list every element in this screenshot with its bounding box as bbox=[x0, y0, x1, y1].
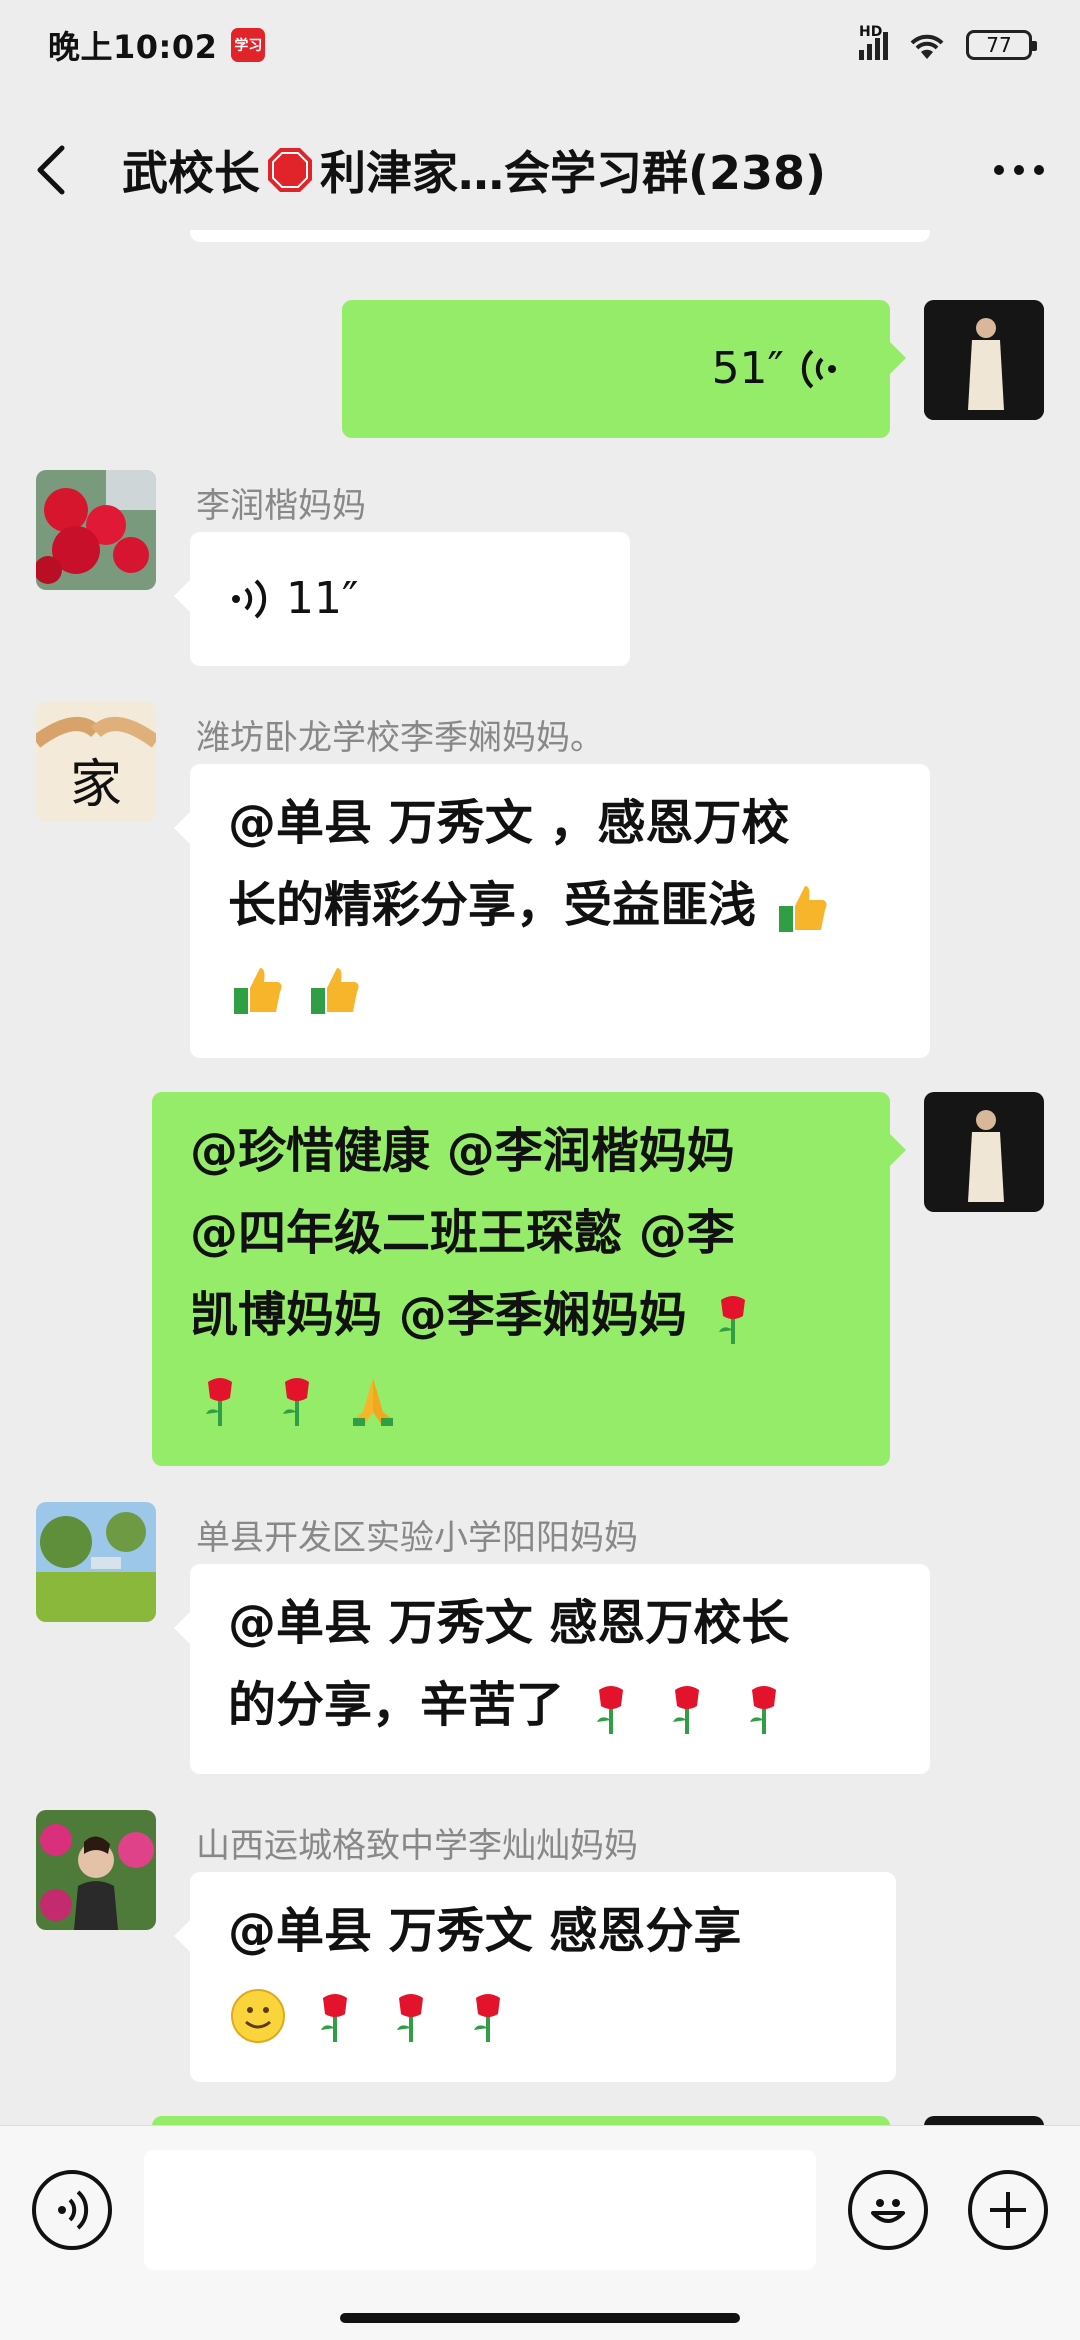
sender-name: 李润楷妈妈 bbox=[196, 486, 366, 526]
more-options-icon[interactable] bbox=[994, 165, 1044, 175]
smile-icon bbox=[871, 2199, 905, 2223]
message-text-line: @单县 万秀文 ，感恩万校 bbox=[228, 795, 790, 851]
rose-icon bbox=[206, 1378, 232, 1426]
rose-icon bbox=[673, 1686, 700, 1734]
message-text-line: @单县 万秀文 感恩分享 bbox=[228, 1903, 742, 1959]
study-app-badge-icon: 学习 bbox=[231, 28, 266, 62]
rose-icon bbox=[282, 1378, 309, 1426]
message-text: 凯博妈妈 @李季娴妈妈 bbox=[190, 1287, 687, 1343]
voice-message-bubble[interactable]: 11″ bbox=[174, 532, 630, 666]
my-avatar[interactable] bbox=[924, 300, 1044, 420]
status-right: HD 77 bbox=[859, 24, 1037, 61]
more-functions-button[interactable] bbox=[968, 2170, 1048, 2250]
status-bar: 晚上10:02 学习 HD 77 bbox=[0, 0, 1080, 90]
status-time: 晚上10:02 bbox=[48, 28, 218, 66]
text-message-bubble[interactable]: @单县 万秀文 感恩万校长 的分享，辛苦了 bbox=[174, 1564, 930, 1774]
message-text-line: @四年级二班王琛懿 @李 bbox=[190, 1205, 735, 1261]
thumbs-up-icon bbox=[234, 968, 282, 1014]
title-part1: 武校长 bbox=[122, 146, 260, 200]
rose-icon bbox=[474, 1994, 501, 2042]
thumbs-up-icon bbox=[778, 886, 827, 932]
text-message-bubble[interactable]: @单县 万秀文 ，感恩万校 长的精彩分享，受益匪浅 bbox=[174, 764, 930, 1058]
sender-name: 山西运城格致中学李灿灿妈妈 bbox=[196, 1826, 638, 1866]
svg-text:家: 家 bbox=[70, 755, 122, 815]
title-part2: 利津家…会学习群(238) bbox=[320, 146, 827, 200]
smile-icon bbox=[231, 1989, 285, 2043]
chat-header: 武校长 利津家…会学习群(238) bbox=[0, 120, 1080, 220]
message-emoji-line bbox=[228, 1972, 858, 2054]
message-text-line: 的分享，辛苦了 bbox=[228, 1664, 892, 1746]
message-emoji-line bbox=[190, 1356, 852, 1438]
stop-sign-icon bbox=[268, 148, 312, 192]
voice-message: 11″ bbox=[228, 558, 358, 640]
rose-icon bbox=[596, 1686, 623, 1734]
rose-icon bbox=[320, 1994, 347, 2042]
message-emoji-line bbox=[228, 946, 892, 1028]
voice-input-button[interactable] bbox=[32, 2170, 112, 2250]
message-text-line: 凯博妈妈 @李季娴妈妈 bbox=[190, 1274, 852, 1356]
home-indicator[interactable] bbox=[340, 2313, 740, 2323]
voice-wave-icon bbox=[801, 349, 836, 389]
signal-icon: HD bbox=[859, 24, 888, 60]
avatar-shanxi-mom[interactable] bbox=[36, 1810, 156, 1930]
voice-wave-icon bbox=[58, 2190, 89, 2230]
plus-icon bbox=[990, 2192, 1026, 2228]
text-message-bubble[interactable]: @珍惜健康 @李润楷妈妈 @四年级二班王琛懿 @李 凯博妈妈 @李季娴妈妈 bbox=[152, 1092, 906, 1466]
next-message-bubble[interactable] bbox=[152, 2116, 890, 2125]
chat-title[interactable]: 武校长 利津家…会学习群(238) bbox=[122, 137, 972, 203]
sender-name: 单县开发区实验小学阳阳妈妈 bbox=[196, 1518, 638, 1558]
voice-duration: 11″ bbox=[286, 573, 359, 624]
battery-icon: 77 bbox=[966, 30, 1037, 60]
battery-level: 77 bbox=[986, 33, 1012, 57]
avatar-shanxian-mom[interactable] bbox=[36, 1502, 156, 1622]
voice-message: 51″ bbox=[712, 328, 840, 410]
avatar-weifang-mom[interactable]: 家 bbox=[36, 702, 156, 822]
voice-duration: 51″ bbox=[711, 343, 784, 394]
thumbs-up-icon bbox=[310, 968, 359, 1014]
avatar-li-runkai-mom[interactable] bbox=[36, 470, 156, 590]
voice-message-bubble[interactable]: 51″ bbox=[342, 300, 906, 438]
rose-icon bbox=[397, 1994, 424, 2042]
hd-label: HD bbox=[859, 24, 883, 40]
back-arrow-icon[interactable] bbox=[36, 140, 76, 200]
previous-message-bubble[interactable] bbox=[190, 230, 930, 242]
sender-name: 潍坊卧龙学校李季娴妈妈。 bbox=[196, 718, 604, 758]
chat-area[interactable]: 51″ 李润楷妈妈 11″ 家 潍坊卧龙学校李季娴妈妈。 @单县 万秀文 ，感恩… bbox=[0, 230, 1080, 2125]
voice-wave-icon bbox=[232, 579, 267, 619]
message-text: 长的精彩分享，受益匪浅 bbox=[228, 877, 757, 933]
message-text-line: @单县 万秀文 感恩万校长 bbox=[228, 1595, 790, 1651]
my-avatar[interactable] bbox=[924, 2116, 1044, 2125]
wifi-icon bbox=[910, 34, 944, 59]
emoji-button[interactable] bbox=[848, 2170, 928, 2250]
message-text-line: @珍惜健康 @李润楷妈妈 bbox=[190, 1123, 735, 1179]
text-message-bubble[interactable]: @单县 万秀文 感恩分享 bbox=[174, 1872, 896, 2082]
rose-icon bbox=[719, 1296, 746, 1344]
rose-icon bbox=[750, 1686, 777, 1734]
input-bar bbox=[0, 2125, 1080, 2340]
message-input[interactable] bbox=[144, 2150, 816, 2270]
my-avatar[interactable] bbox=[924, 1092, 1044, 1212]
message-text-line: 长的精彩分享，受益匪浅 bbox=[228, 864, 892, 946]
message-text: 的分享，辛苦了 bbox=[228, 1677, 565, 1733]
pray-icon bbox=[353, 1378, 394, 1426]
